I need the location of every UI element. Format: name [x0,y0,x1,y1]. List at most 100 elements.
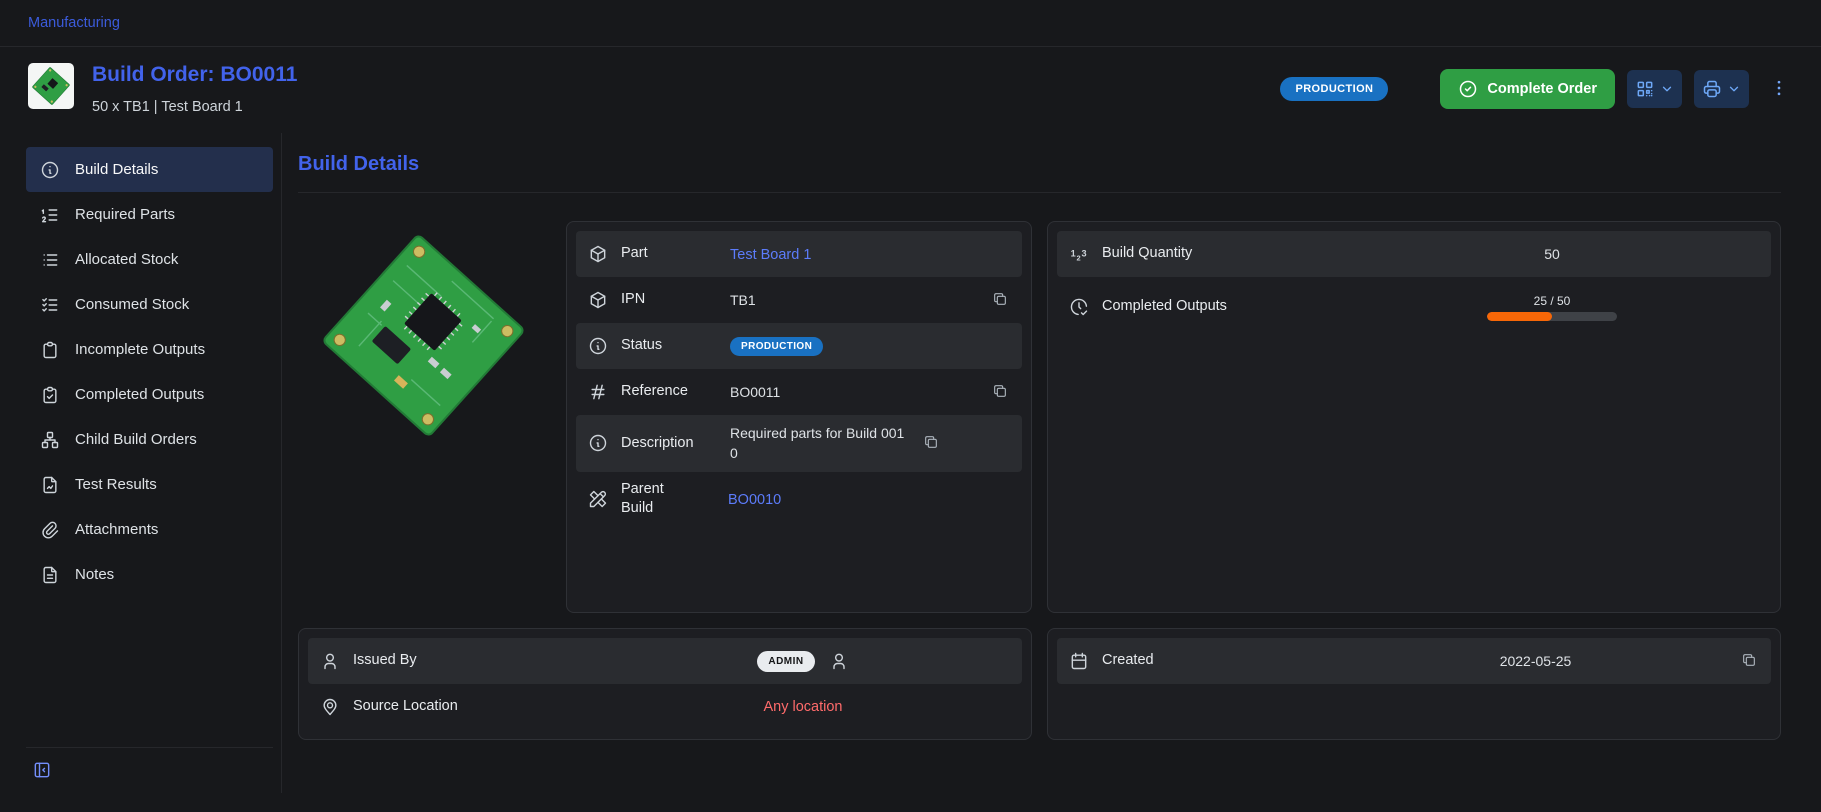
completed-outputs-progress: 25 / 50 [1487,294,1617,321]
completed-outputs-label: Completed Outputs [1102,297,1332,317]
quantity-label: Build Quantity [1102,244,1332,264]
sidebar-item-consumed-stock[interactable]: Consumed Stock [26,282,273,327]
sidebar-item-required-parts[interactable]: Required Parts [26,192,273,237]
sidebar-item-completed-outputs[interactable]: Completed Outputs [26,372,273,417]
chevron-down-icon [1660,82,1674,96]
status-badge: PRODUCTION [1280,77,1388,101]
info-circle-icon [588,433,608,453]
status-badge: PRODUCTION [730,337,823,356]
page-title: Build Order: BO0011 [92,63,297,87]
circle-check-icon [1458,79,1478,99]
sidebar-item-label: Incomplete Outputs [75,341,205,358]
sidebar-item-label: Build Details [75,161,158,178]
build-details-card: Part Test Board 1 IPN TB1 [566,221,1032,613]
breadcrumb: Manufacturing [0,0,1821,47]
numbers-123-icon: 1 2 3 [1069,244,1089,264]
title-block: Build Order: BO0011 50 x TB1 | Test Boar… [92,63,297,115]
file-report-icon [40,475,60,495]
sidebar-item-label: Consumed Stock [75,296,189,313]
copy-icon [992,291,1008,307]
parent-build-link[interactable]: BO0010 [728,492,781,508]
section-heading: Build Details [298,153,1781,176]
svg-text:2: 2 [1077,254,1081,263]
breadcrumb-manufacturing-link[interactable]: Manufacturing [28,15,120,31]
quantity-value: 50 [1345,246,1759,262]
box-icon [588,290,608,310]
header-actions: PRODUCTION Complete Order [1280,63,1791,109]
progress-fill [1487,312,1552,321]
created-value: 2022-05-25 [1345,653,1726,669]
detail-row-reference: Reference BO0011 [576,369,1022,415]
map-pin-icon [320,697,340,717]
layout: Build Details Required Parts Allocated S… [0,133,1821,793]
info-circle-icon [40,160,60,180]
sidebar-item-label: Test Results [75,476,157,493]
copy-button[interactable] [990,289,1010,312]
issued-card: Issued By ADMIN Source Location Any loca… [298,628,1032,740]
created-card: Created 2022-05-25 [1047,628,1781,740]
tools-icon [588,489,608,509]
source-location-value: Any location [764,699,843,715]
detail-row-parent-build: Parent Build BO0010 [576,472,1022,527]
barcode-actions-button[interactable] [1627,70,1682,108]
detail-label: Description [621,434,717,454]
sidebar-item-label: Attachments [75,521,158,538]
sidebar-item-build-details[interactable]: Build Details [26,147,273,192]
sidebar-item-label: Completed Outputs [75,386,204,403]
hash-icon [588,382,608,402]
completed-outputs-row: Completed Outputs 25 / 50 [1057,277,1771,337]
details-grid: Part Test Board 1 IPN TB1 [298,221,1781,740]
dots-vertical-icon [1769,78,1789,98]
list-numbers-icon [40,205,60,225]
copy-button[interactable] [921,432,941,455]
sidebar-item-label: Required Parts [75,206,175,223]
detail-row-ipn: IPN TB1 [576,277,1022,323]
copy-icon [923,434,939,450]
sidebar-item-incomplete-outputs[interactable]: Incomplete Outputs [26,327,273,372]
sidebar-footer [26,747,273,783]
source-location-label: Source Location [353,697,583,717]
more-actions-button[interactable] [1767,72,1791,107]
detail-label: Status [621,336,717,356]
created-row: Created 2022-05-25 [1057,638,1771,684]
ipn-value: TB1 [730,292,977,308]
quantity-row: 1 2 3 Build Quantity 50 [1057,231,1771,277]
part-link[interactable]: Test Board 1 [730,247,811,263]
printer-icon [1702,79,1722,99]
page-subtitle: 50 x TB1 | Test Board 1 [92,99,297,115]
clipboard-icon [40,340,60,360]
pcb-thumbnail-image [30,65,72,107]
calendar-icon [1069,651,1089,671]
sidebar-item-child-build-orders[interactable]: Child Build Orders [26,417,273,462]
list-icon [40,250,60,270]
issued-by-badge: ADMIN [757,651,814,672]
sidebar-item-attachments[interactable]: Attachments [26,507,273,552]
pcb-image [306,223,541,448]
issued-by-row: Issued By ADMIN [308,638,1022,684]
sidebar-item-notes[interactable]: Notes [26,552,273,597]
sitemap-icon [40,430,60,450]
box-icon [588,244,608,264]
complete-order-button[interactable]: Complete Order [1440,69,1615,109]
user-icon [829,651,849,671]
progress-track [1487,312,1617,321]
part-thumbnail[interactable] [28,63,74,109]
sidebar-collapse-button[interactable] [32,760,52,783]
chevron-down-icon [1727,82,1741,96]
clock-check-icon [1069,297,1089,317]
copy-button[interactable] [1739,650,1759,673]
print-actions-button[interactable] [1694,70,1749,108]
clipboard-check-icon [40,385,60,405]
detail-label: Parent Build [621,480,685,519]
svg-text:1: 1 [1071,249,1076,259]
list-check-icon [40,295,60,315]
part-image[interactable] [298,221,548,613]
issued-by-label: Issued By [353,651,583,671]
copy-button[interactable] [990,381,1010,404]
sidebar-collapse-icon [32,760,52,780]
sidebar-item-allocated-stock[interactable]: Allocated Stock [26,237,273,282]
info-circle-icon [588,336,608,356]
sidebar-item-test-results[interactable]: Test Results [26,462,273,507]
detail-row-description: Description Required parts for Build 001… [576,415,1022,472]
reference-value: BO0011 [730,384,977,400]
